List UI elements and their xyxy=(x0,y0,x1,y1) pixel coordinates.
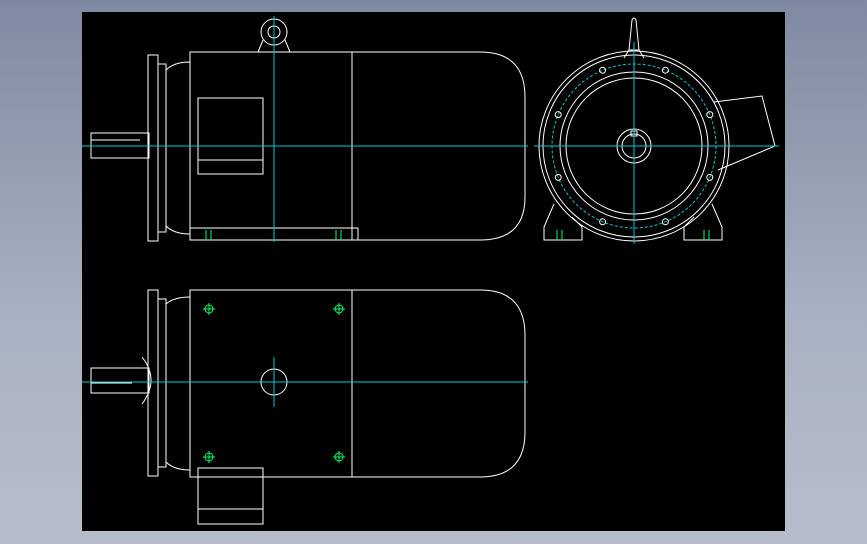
top-view xyxy=(82,289,528,525)
cad-drawing xyxy=(82,16,779,525)
bolt-hole xyxy=(599,66,607,74)
flange-step xyxy=(158,63,167,233)
bolt-hole xyxy=(554,111,562,119)
end-bell xyxy=(165,61,191,235)
top-flange-step xyxy=(158,298,167,468)
cad-viewport[interactable] xyxy=(82,12,785,531)
end-terminal-box xyxy=(713,95,776,171)
mounting-hole xyxy=(333,303,345,315)
top-motor-body xyxy=(189,289,526,478)
side-view xyxy=(82,16,528,242)
terminal-box xyxy=(197,97,264,175)
top-terminal-box xyxy=(197,467,264,525)
top-end-bell xyxy=(165,296,191,471)
top-shaft xyxy=(90,367,150,394)
end-foot-right xyxy=(683,203,723,241)
top-shaft-shoulder xyxy=(141,356,152,405)
end-view xyxy=(534,17,779,244)
mounting-hole xyxy=(203,451,215,463)
mounting-hole xyxy=(333,451,345,463)
mounting-hole xyxy=(203,303,215,315)
